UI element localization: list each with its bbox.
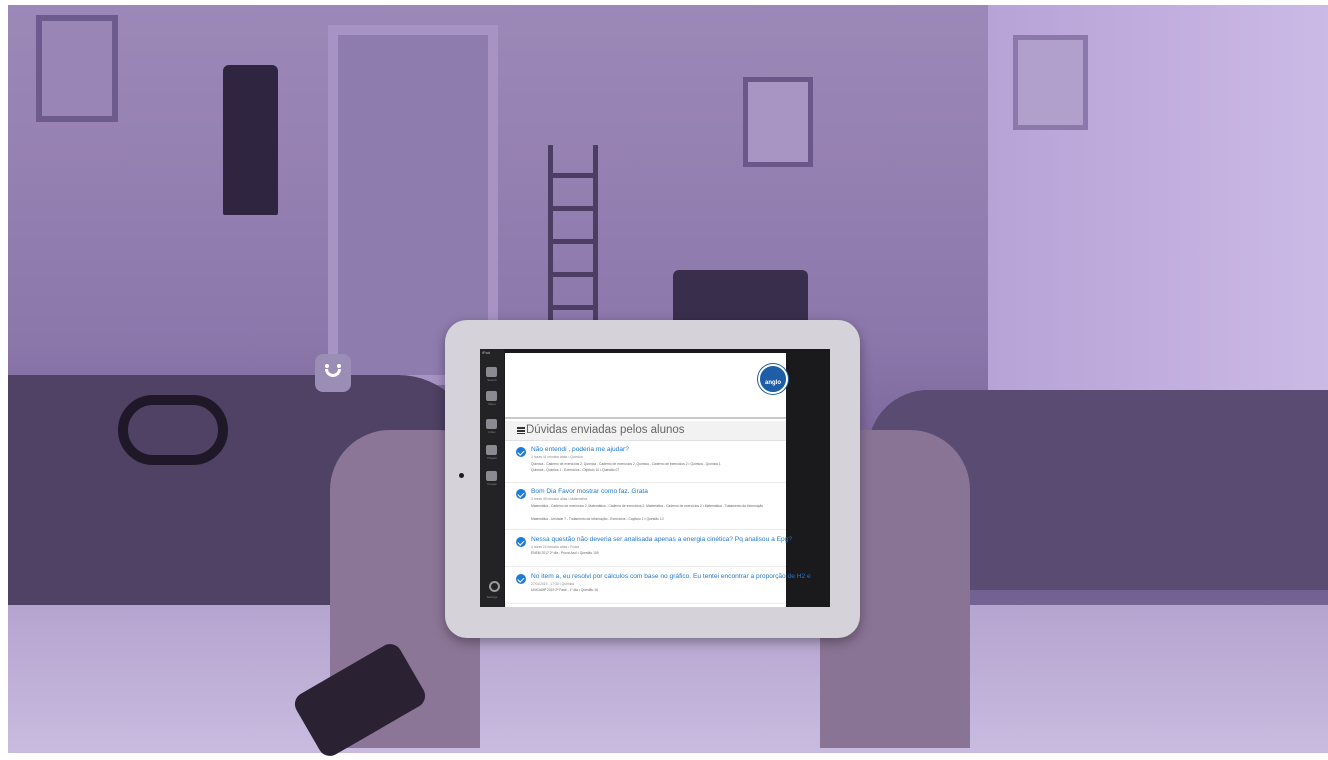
grid-icon[interactable] — [486, 391, 497, 401]
question-meta: 4 horas 24 minutos atrás • Física — [531, 545, 580, 549]
logo-text: anglo — [765, 380, 781, 386]
wall-frame — [1013, 35, 1088, 130]
question-item[interactable]: Bom Dia Favor mostrar como faz. Grata 3 … — [505, 483, 786, 530]
question-title[interactable]: Nessa questão não deveria ser analisada … — [531, 536, 792, 543]
anglo-logo[interactable]: anglo — [758, 364, 788, 394]
search-icon[interactable] — [486, 367, 497, 377]
wall-frame — [36, 15, 118, 122]
question-tag[interactable]: Química - Química 1 - Exercícios - Capít… — [531, 468, 619, 472]
section-title: Dúvidas enviadas pelos alunos — [526, 424, 685, 436]
question-meta: 3 horas 41 minutos atrás • Química — [531, 455, 583, 459]
ladder — [548, 145, 598, 345]
sidebar-label: Settings — [486, 595, 498, 599]
check-circle-icon — [516, 447, 526, 457]
app-header: anglo — [505, 353, 788, 419]
question-item[interactable]: No item a, eu resolvi por cálculos com b… — [505, 567, 811, 604]
check-circle-icon — [516, 574, 526, 584]
sidebar-label: Menu — [488, 402, 496, 406]
status-bar: iPad — [482, 350, 491, 355]
sidebar-label: Playlist — [487, 456, 497, 460]
question-tag[interactable]: Química - Caderno de exercícios 2, Quími… — [531, 462, 721, 466]
question-tag[interactable]: Matemática - Caderno de exercícios 2, Ma… — [531, 504, 763, 508]
smile-eyes — [325, 364, 341, 368]
question-item[interactable]: Nessa questão não deveria ser analisada … — [505, 530, 792, 567]
music-icon[interactable] — [486, 445, 497, 455]
question-title[interactable]: No item a, eu resolvi por cálculos com b… — [531, 573, 811, 580]
brand-smile-icon[interactable] — [315, 354, 351, 392]
question-title[interactable]: Não entendi , poderia me ajudar? — [531, 446, 629, 453]
question-meta: 3 horas 49 minutos atrás • Matemática — [531, 497, 588, 501]
inbox-icon[interactable] — [486, 419, 497, 429]
wall-frame — [743, 77, 813, 167]
person-icon[interactable] — [486, 471, 497, 481]
sidebar-label: Inbox — [488, 430, 496, 434]
app-sidebar: iPad Search Menu Inbox Playlist People S… — [480, 349, 504, 607]
app-content: anglo Dúvidas enviadas pelos alunos Não … — [505, 353, 811, 607]
gear-icon[interactable] — [489, 581, 500, 592]
question-meta: 27/01/2019 - 17:30 • Química — [531, 582, 574, 586]
tablet-screen: iPad Search Menu Inbox Playlist People S… — [480, 349, 830, 607]
glasses — [118, 395, 228, 465]
check-circle-icon — [516, 489, 526, 499]
question-tag[interactable]: Matemática - Unidade 7 - Tratamento da i… — [531, 517, 664, 521]
check-circle-icon — [516, 537, 526, 547]
hanging-coat — [223, 65, 278, 215]
list-icon — [517, 427, 525, 434]
question-tag[interactable]: UNICAMP 2019 2ª Fase - 1º dia • Questão … — [531, 588, 598, 592]
smile-mouth — [325, 369, 341, 377]
question-item[interactable]: Não entendi , poderia me ajudar? 3 horas… — [505, 441, 786, 483]
camera-dot — [459, 473, 464, 478]
section-header: Dúvidas enviadas pelos alunos — [505, 421, 786, 441]
question-tag[interactable]: ENEM 2017 2º dia - Prova Azul • Questão … — [531, 551, 599, 555]
sidebar-label: People — [487, 482, 497, 486]
question-title[interactable]: Bom Dia Favor mostrar como faz. Grata — [531, 488, 648, 495]
sidebar-label: Search — [487, 378, 497, 382]
